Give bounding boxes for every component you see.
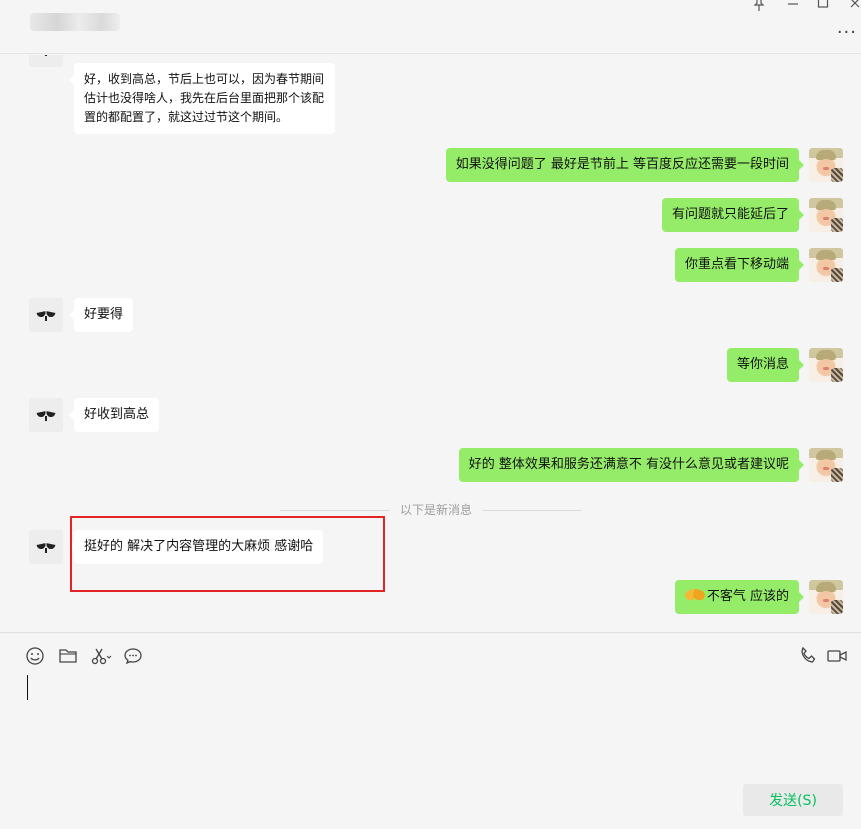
contact-avatar[interactable] bbox=[29, 298, 63, 332]
close-icon[interactable] bbox=[846, 0, 861, 12]
message-text: 好，收到高总，节后上也可以，因为春节期间估计也没得啥人，我先在后台里面把那个该配… bbox=[84, 72, 325, 124]
message-bubble-incoming[interactable]: 好，收到高总，节后上也可以，因为春节期间估计也没得啥人，我先在后台里面把那个该配… bbox=[69, 63, 335, 134]
minimize-icon[interactable] bbox=[784, 0, 802, 12]
contact-avatar[interactable] bbox=[29, 398, 63, 432]
more-options-icon[interactable]: ··· bbox=[837, 22, 857, 43]
my-avatar[interactable] bbox=[809, 198, 843, 232]
message-text: 有问题就只能延后了 bbox=[671, 207, 789, 222]
emoji-icon[interactable] bbox=[25, 646, 45, 666]
message-list[interactable]: 好，收到高总，节后上也可以，因为春节期间估计也没得啥人，我先在后台里面把那个该配… bbox=[0, 55, 861, 632]
message-text: 好的 整体效果和服务还满意不 有没什么意见或者建议呢 bbox=[468, 457, 789, 472]
contact-name-blurred bbox=[30, 13, 120, 31]
my-avatar[interactable] bbox=[809, 148, 843, 182]
highlight-annotation-box bbox=[70, 516, 385, 592]
mustache-icon bbox=[37, 412, 55, 421]
my-avatar[interactable] bbox=[809, 448, 843, 482]
my-avatar[interactable] bbox=[809, 348, 843, 382]
send-button[interactable]: 发送(S) bbox=[743, 784, 843, 816]
contact-avatar[interactable] bbox=[29, 55, 63, 67]
mustache-icon bbox=[37, 544, 55, 553]
folder-icon[interactable] bbox=[58, 646, 78, 666]
text-input-caret[interactable] bbox=[27, 675, 28, 700]
divider-line-left bbox=[280, 510, 390, 511]
message-bubble-outgoing[interactable]: 不客气 应该的 bbox=[674, 580, 805, 614]
message-text: 你重点看下移动端 bbox=[684, 257, 789, 272]
my-avatar[interactable] bbox=[809, 580, 843, 614]
composer-area: 发送(S) bbox=[0, 632, 861, 829]
message-text: 等你消息 bbox=[736, 357, 789, 372]
message-bubble-outgoing[interactable]: 你重点看下移动端 bbox=[674, 248, 805, 282]
message-text: 好要得 bbox=[84, 307, 124, 322]
message-bubble-outgoing[interactable]: 有问题就只能延后了 bbox=[661, 198, 805, 232]
message-input[interactable] bbox=[30, 677, 830, 777]
title-bar: ··· bbox=[0, 0, 861, 54]
video-icon[interactable] bbox=[826, 646, 848, 666]
maximize-icon[interactable] bbox=[814, 0, 832, 12]
scissors-icon[interactable] bbox=[90, 646, 112, 666]
message-bubble-incoming[interactable]: 好收到高总 bbox=[68, 398, 160, 432]
message-text: 不客气 应该的 bbox=[706, 589, 789, 604]
message-text: 如果没得问题了 最好是节前上 等百度反应还需要一段时间 bbox=[455, 157, 789, 172]
contact-avatar[interactable] bbox=[29, 530, 63, 564]
message-bubble-outgoing[interactable]: 如果没得问题了 最好是节前上 等百度反应还需要一段时间 bbox=[445, 148, 805, 182]
handshake-icon bbox=[685, 588, 705, 602]
message-bubble-outgoing[interactable]: 等你消息 bbox=[726, 348, 805, 382]
phone-icon[interactable] bbox=[798, 646, 818, 666]
message-text: 好收到高总 bbox=[84, 407, 150, 422]
message-bubble-outgoing[interactable]: 好的 整体效果和服务还满意不 有没什么意见或者建议呢 bbox=[458, 448, 805, 482]
new-messages-divider: 以下是新消息 bbox=[400, 503, 473, 517]
mustache-icon bbox=[37, 312, 55, 321]
my-avatar[interactable] bbox=[809, 248, 843, 282]
message-bubble-incoming[interactable]: 好要得 bbox=[68, 298, 134, 332]
pin-icon[interactable] bbox=[750, 0, 768, 12]
chat-bubble-icon[interactable] bbox=[123, 646, 143, 666]
divider-line-right bbox=[482, 510, 582, 511]
